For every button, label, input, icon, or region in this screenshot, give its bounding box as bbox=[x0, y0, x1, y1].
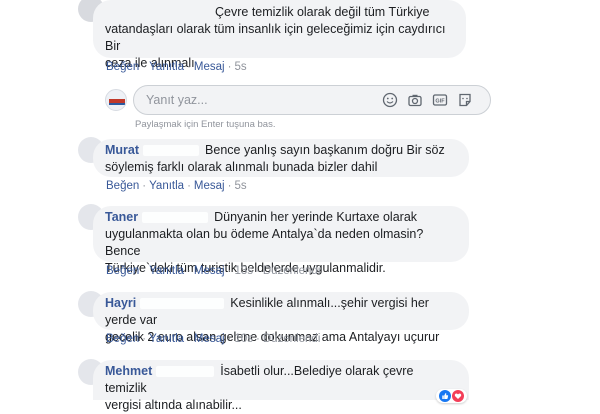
commenter-name[interactable]: Murat bbox=[105, 143, 139, 157]
reply-avatar bbox=[105, 89, 127, 111]
comment-line: söylemiş farklı olarak alınmalı bunada b… bbox=[105, 160, 378, 174]
reply-placeholder: Yanıt yaz... bbox=[146, 93, 208, 107]
timestamp[interactable]: 10s bbox=[234, 333, 253, 345]
commenter-name[interactable]: Taner bbox=[105, 210, 138, 224]
comment-line: Çevre temizlik olarak değil tüm Türkiye bbox=[215, 5, 430, 19]
comment-line: uygulanmakta olan bu ödeme Antalya`da ne… bbox=[105, 227, 424, 258]
comment-actions: Beğen · Yanıtla · Mesaj · 5s bbox=[106, 180, 247, 192]
comment-actions: Beğen · Yanıtla · Mesaj · 5s bbox=[106, 61, 247, 73]
redacted-name bbox=[142, 212, 209, 224]
svg-text:GIF: GIF bbox=[435, 99, 445, 105]
emoji-icon[interactable] bbox=[382, 92, 398, 108]
like-icon bbox=[439, 390, 451, 402]
message-link[interactable]: Mesaj bbox=[194, 265, 225, 277]
comment-line: Mehmet İsabetli olur...Belediye olarak çe… bbox=[105, 364, 414, 395]
reaction-summary[interactable] bbox=[436, 389, 468, 403]
edited-label[interactable]: Düzenlendi bbox=[263, 333, 321, 345]
comment-line: vatandaşları olarak tüm insanlık için ge… bbox=[105, 22, 446, 53]
reply-link[interactable]: Yanıtla bbox=[149, 333, 184, 345]
gif-icon[interactable]: GIF bbox=[432, 92, 448, 108]
like-link[interactable]: Beğen bbox=[106, 333, 139, 345]
commenter-name[interactable]: Hayri bbox=[105, 296, 136, 310]
comment-actions: Beğen · Yanıtla · Mesaj · 10s · Düzenlendi bbox=[106, 333, 321, 345]
comment-bubble: Murat Bence yanlış sayın başkanım doğru B… bbox=[93, 139, 469, 177]
edited-label[interactable]: Düzenlendi bbox=[263, 265, 321, 277]
comment-line: Taner Dünyanin her yerinde Kurtaxe olarak bbox=[105, 210, 418, 224]
enter-hint: Paylaşmak için Enter tuşuna bas. bbox=[135, 119, 276, 130]
like-link[interactable]: Beğen bbox=[106, 265, 139, 277]
reply-link[interactable]: Yanıtla bbox=[149, 61, 184, 73]
redacted-name bbox=[140, 298, 225, 310]
message-link[interactable]: Mesaj bbox=[194, 180, 225, 192]
comment-bubble: Hayri Kesinlikle alınmalı...şehir vergisi… bbox=[93, 292, 469, 344]
sticker-icon[interactable] bbox=[457, 92, 473, 108]
message-link[interactable]: Mesaj bbox=[194, 333, 225, 345]
timestamp[interactable]: 5s bbox=[234, 180, 246, 192]
love-icon bbox=[452, 390, 465, 402]
redacted-name bbox=[156, 366, 215, 378]
timestamp[interactable]: 13s bbox=[234, 265, 253, 277]
redacted-name bbox=[143, 145, 200, 157]
comment-line: Murat Bence yanlış sayın başkanım doğru B… bbox=[105, 143, 445, 157]
reply-link[interactable]: Yanıtla bbox=[149, 265, 184, 277]
reply-link[interactable]: Yanıtla bbox=[149, 180, 184, 192]
comment-bubble: Taner Dünyanin her yerinde Kurtaxe olarak… bbox=[93, 206, 469, 275]
message-link[interactable]: Mesaj bbox=[194, 61, 225, 73]
comment-bubble: Çevre temizlik olarak değil tüm Türkiye … bbox=[93, 0, 466, 70]
commenter-name[interactable]: Mehmet bbox=[105, 364, 152, 378]
comment-line: Hayri Kesinlikle alınmalı...şehir vergisi… bbox=[105, 296, 429, 327]
camera-icon[interactable] bbox=[407, 92, 423, 108]
like-link[interactable]: Beğen bbox=[106, 180, 139, 192]
comment-actions: Beğen · Yanıtla · Mesaj · 13s · Düzenlendi bbox=[106, 265, 321, 277]
comment-bubble: Mehmet İsabetli olur...Belediye olarak çe… bbox=[93, 360, 469, 412]
reply-input[interactable]: Yanıt yaz... GIF bbox=[133, 85, 491, 115]
timestamp[interactable]: 5s bbox=[234, 61, 246, 73]
like-link[interactable]: Beğen bbox=[106, 61, 139, 73]
